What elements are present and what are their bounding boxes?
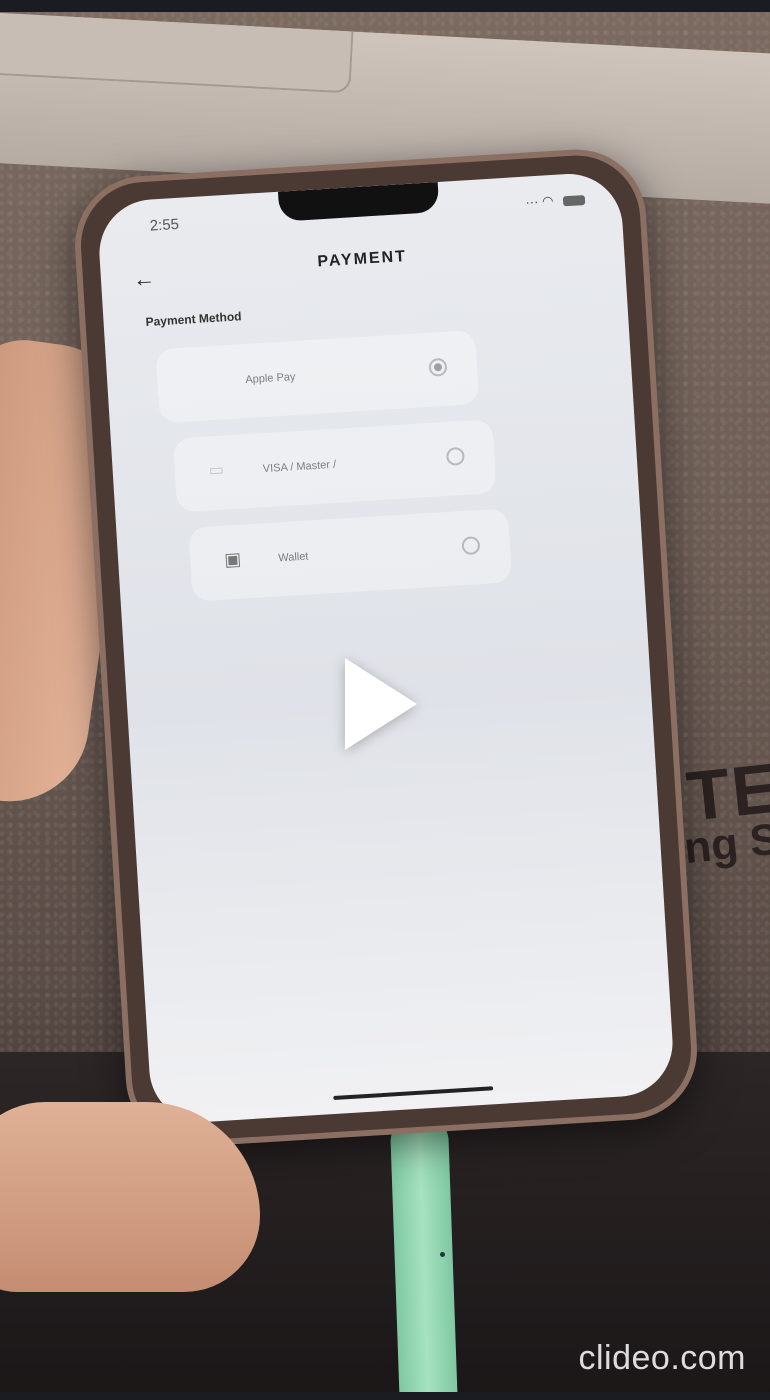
top-letterbox [0,0,770,12]
trackpad [0,12,354,94]
wifi-icon: ◠ [541,192,554,209]
radio-unselected[interactable] [461,536,481,556]
phone-screen: 2:55 ··· ◠ ← PAYMENT Payment Method Appl… [96,170,676,1126]
wallet-icon: ▣ [223,548,242,570]
home-indicator[interactable] [333,1086,494,1101]
notch [277,181,440,222]
status-time: 2:55 [149,215,180,235]
phone: 2:55 ··· ◠ ← PAYMENT Payment Method Appl… [70,145,702,1151]
charging-cable [389,1116,459,1392]
signal-icon: ··· [524,193,539,210]
section-label: Payment Method [145,309,242,330]
hand-bottom [0,1102,260,1292]
payment-method-label: Wallet [277,550,309,565]
payment-method-wallet[interactable]: ▣ Wallet [188,508,513,602]
watermark: clideo.com [578,1339,746,1377]
payment-method-apple-pay[interactable]: Apple Pay [155,329,480,424]
battery-icon [562,194,586,206]
cable-dot [440,1252,445,1257]
play-icon[interactable] [345,658,417,750]
status-icons: ··· ◠ [524,191,586,211]
payment-method-label: VISA / Master / [262,458,337,476]
radio-unselected[interactable] [445,446,465,466]
card-icon: ▭ [208,461,225,480]
page-title: PAYMENT [316,248,408,271]
payment-method-card[interactable]: ▭ VISA / Master / [172,419,497,513]
radio-selected[interactable] [428,357,448,377]
bottom-letterbox [0,1392,770,1400]
payment-method-label: Apple Pay [245,371,296,387]
